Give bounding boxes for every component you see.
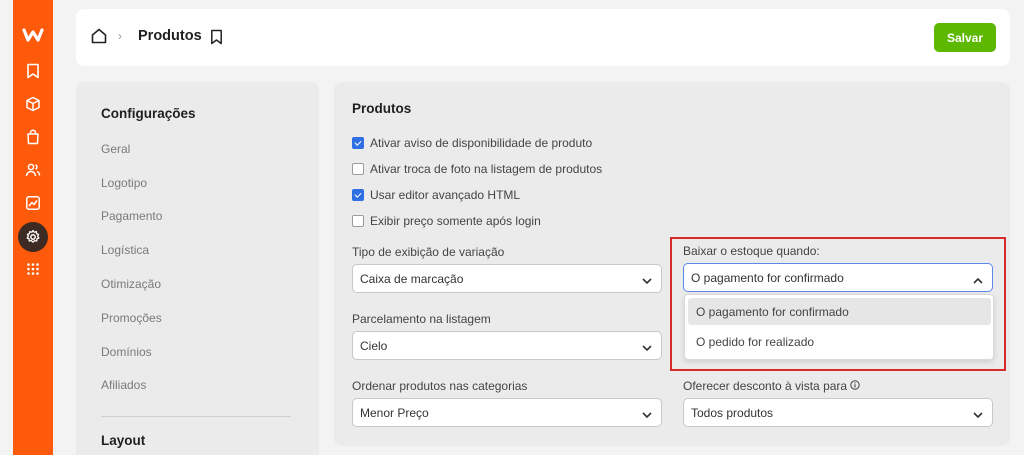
users-icon[interactable] bbox=[13, 157, 53, 183]
checkbox-label: Usar editor avançado HTML bbox=[370, 188, 521, 202]
bookmark-page-icon[interactable] bbox=[210, 29, 223, 50]
select-value: Caixa de marcação bbox=[360, 271, 464, 286]
sidebar-item-promocoes[interactable]: Promoções bbox=[101, 311, 162, 325]
bookmark-icon[interactable] bbox=[13, 58, 53, 84]
stock-trigger-dropdown: O pagamento for confirmado O pedido for … bbox=[684, 294, 994, 360]
save-button[interactable]: Salvar bbox=[934, 23, 996, 52]
page-header: › Produtos Salvar bbox=[76, 9, 1010, 66]
logo-icon[interactable] bbox=[13, 22, 53, 48]
sidebar-item-geral[interactable]: Geral bbox=[101, 142, 130, 156]
checkbox[interactable] bbox=[352, 163, 364, 175]
sidebar-item-afiliados[interactable]: Afiliados bbox=[101, 378, 146, 392]
page-title: Produtos bbox=[138, 28, 202, 44]
select-value: Cielo bbox=[360, 338, 388, 353]
apps-grid-icon[interactable] bbox=[13, 256, 53, 282]
checkbox[interactable] bbox=[352, 137, 364, 149]
section-title: Produtos bbox=[352, 101, 412, 116]
sidebar-item-pagamento[interactable]: Pagamento bbox=[101, 209, 162, 223]
cash-discount-label: Oferecer desconto à vista para bbox=[683, 379, 860, 393]
chart-icon[interactable] bbox=[13, 190, 53, 216]
cash-discount-select[interactable]: Todos produtos bbox=[683, 398, 993, 427]
info-icon[interactable] bbox=[850, 379, 860, 393]
chevron-down-icon bbox=[642, 341, 652, 355]
bag-icon[interactable] bbox=[13, 124, 53, 150]
checkbox[interactable] bbox=[352, 189, 364, 201]
dropdown-option-payment-confirmed[interactable]: O pagamento for confirmado bbox=[688, 298, 991, 325]
dropdown-option-order-placed[interactable]: O pedido for realizado bbox=[688, 328, 991, 355]
select-value: Todos produtos bbox=[691, 405, 774, 420]
checkbox-availability-notice[interactable]: Ativar aviso de disponibilidade de produ… bbox=[352, 136, 592, 150]
sort-order-label: Ordenar produtos nas categorias bbox=[352, 379, 528, 393]
stock-trigger-select[interactable]: O pagamento for confirmado bbox=[683, 263, 993, 292]
sidebar-item-otimizacao[interactable]: Otimização bbox=[101, 277, 161, 291]
field-label-text: Oferecer desconto à vista para bbox=[683, 379, 848, 393]
checkbox-label: Ativar troca de foto na listagem de prod… bbox=[370, 162, 603, 176]
chevron-up-icon bbox=[973, 273, 983, 287]
checkbox-label: Exibir preço somente após login bbox=[370, 214, 541, 228]
sidebar-section-layout: Layout bbox=[101, 433, 146, 448]
sidebar-section-title: Configurações bbox=[101, 106, 196, 121]
sidebar-item-logotipo[interactable]: Logotipo bbox=[101, 176, 147, 190]
variation-display-label: Tipo de exibição de variação bbox=[352, 245, 505, 259]
gear-icon[interactable] bbox=[13, 224, 53, 250]
installments-select[interactable]: Cielo bbox=[352, 331, 662, 360]
chevron-down-icon bbox=[642, 408, 652, 422]
products-settings-panel: Produtos Ativar aviso de disponibilidade… bbox=[334, 82, 1010, 446]
sidebar-divider bbox=[101, 416, 291, 417]
sidebar-item-logistica[interactable]: Logística bbox=[101, 243, 149, 257]
sort-order-select[interactable]: Menor Preço bbox=[352, 398, 662, 427]
installments-label: Parcelamento na listagem bbox=[352, 312, 491, 326]
app-sidebar-rail bbox=[13, 0, 53, 455]
select-value: O pagamento for confirmado bbox=[691, 270, 844, 285]
breadcrumb-chevron-icon: › bbox=[118, 29, 122, 43]
checkbox-photo-swap[interactable]: Ativar troca de foto na listagem de prod… bbox=[352, 162, 602, 176]
checkbox[interactable] bbox=[352, 215, 364, 227]
checkbox-price-after-login[interactable]: Exibir preço somente após login bbox=[352, 214, 541, 228]
checkbox-html-editor[interactable]: Usar editor avançado HTML bbox=[352, 188, 520, 202]
stock-trigger-label: Baixar o estoque quando: bbox=[683, 244, 820, 258]
checkbox-label: Ativar aviso de disponibilidade de produ… bbox=[370, 136, 593, 150]
settings-sidebar: Configurações Geral Logotipo Pagamento L… bbox=[76, 82, 319, 455]
home-icon[interactable] bbox=[90, 27, 108, 50]
cube-icon[interactable] bbox=[13, 91, 53, 117]
sidebar-item-dominios[interactable]: Domínios bbox=[101, 345, 152, 359]
select-value: Menor Preço bbox=[360, 405, 429, 420]
variation-display-select[interactable]: Caixa de marcação bbox=[352, 264, 662, 293]
chevron-down-icon bbox=[973, 408, 983, 422]
chevron-down-icon bbox=[642, 274, 652, 288]
